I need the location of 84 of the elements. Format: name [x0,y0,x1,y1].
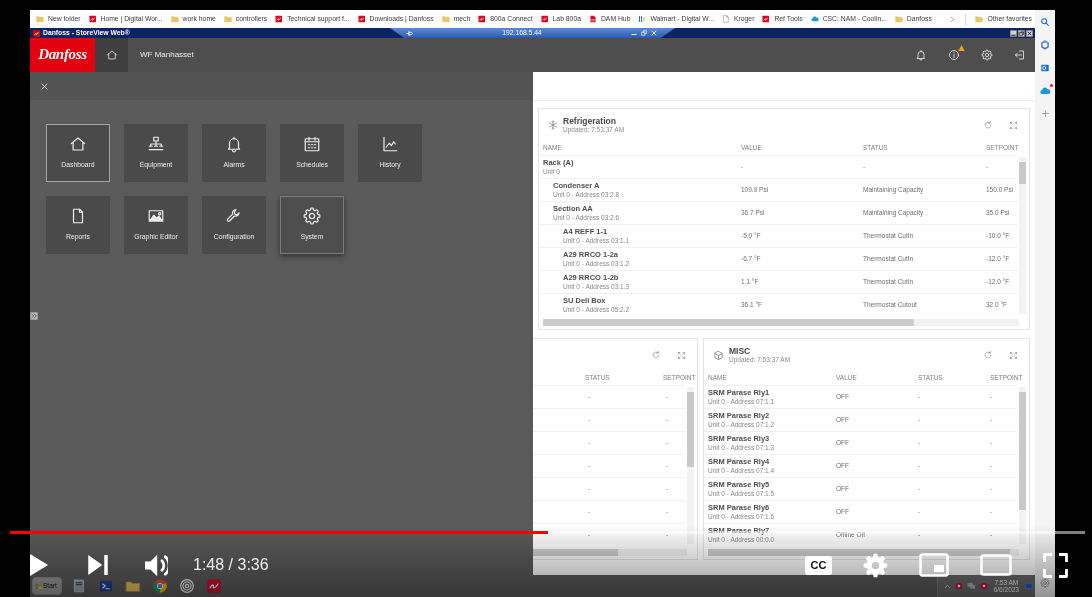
bars-icon [638,15,647,23]
logout-icon[interactable] [1014,49,1026,61]
scrollbar-thumb[interactable] [687,392,694,467]
script-logo-icon [88,15,97,23]
search-icon[interactable] [1040,17,1050,27]
cloud-icon [810,15,819,23]
notification-dot-icon [1049,84,1053,87]
cube-icon [713,349,724,361]
browser-icon[interactable] [152,578,168,594]
chevron-up-icon[interactable] [943,582,951,590]
scrollbar-thumb[interactable] [1019,392,1026,510]
close-icon[interactable] [40,81,49,91]
network-status-icon[interactable] [966,582,976,590]
next-icon[interactable] [88,555,108,575]
close-icon[interactable] [1026,29,1033,37]
rings-icon[interactable] [179,578,195,594]
wrench-icon [225,207,243,225]
miniplayer-icon[interactable] [919,553,949,577]
folder-icon[interactable] [125,578,141,594]
bell-icon [225,135,243,153]
pin-icon[interactable] [406,29,413,37]
folder-icon [975,15,984,23]
settings-icon[interactable] [863,552,888,578]
double-chevron-icon[interactable] [30,312,38,320]
plus-icon[interactable] [1040,109,1050,118]
expand-icon[interactable] [1009,120,1018,130]
card-title: MISC [729,346,752,356]
bell-icon[interactable] [915,49,927,61]
play-icon[interactable] [30,554,48,576]
cloud-icon[interactable] [1039,86,1051,96]
snowflake-icon [548,120,558,130]
terminal-icon[interactable] [98,578,114,594]
video-time: 1:48 / 3:36 [193,557,269,573]
hexagon-logo-icon[interactable] [1040,40,1050,50]
folder-icon [170,15,179,23]
round-badge-icon[interactable] [954,582,963,590]
info-icon[interactable] [948,49,960,61]
app-logo-icon[interactable] [206,578,222,594]
refresh-icon[interactable] [983,350,993,360]
vertical-scrollbar[interactable] [1019,157,1026,314]
theater-mode-icon[interactable] [980,554,1012,576]
card-title: Refrigeration [563,116,617,126]
round-badge-icon[interactable] [979,582,988,590]
line-chart-icon [381,135,399,153]
brand-logo[interactable]: Danfoss [30,38,95,72]
expand-icon[interactable] [677,350,686,360]
folder-icon [441,15,450,23]
page-icon [722,15,730,23]
restore-icon[interactable] [1018,29,1025,37]
mail-app-icon[interactable] [1040,63,1050,73]
network-icon [147,135,165,153]
horizontal-scrollbar[interactable] [533,549,687,556]
picture-icon [147,207,165,225]
script-logo-icon [762,15,771,23]
folder-icon [223,15,232,23]
minimize-icon[interactable] [1010,29,1017,37]
calendar-icon [303,135,321,153]
volume-icon[interactable] [145,553,168,577]
script-logo-icon [275,15,284,23]
vertical-scrollbar[interactable] [687,387,694,544]
folder-icon [36,15,44,23]
flag-icon [35,582,42,590]
horizontal-scrollbar[interactable] [543,319,1019,326]
scrollbar-thumb[interactable] [533,549,618,556]
fullscreen-icon[interactable] [1043,552,1068,578]
expand-icon[interactable] [1009,350,1018,360]
server-icon[interactable] [71,578,87,594]
folder-icon [894,15,903,23]
site-name: WF Manhasset [140,50,194,60]
refresh-icon[interactable] [651,350,661,360]
scrollbar-thumb[interactable] [1019,162,1026,184]
refresh-icon[interactable] [983,120,993,130]
script-logo-icon [540,15,549,23]
document-icon [588,15,597,23]
script-logo-icon [478,15,487,23]
scrollbar-thumb[interactable] [543,319,915,326]
script-logo-icon [357,15,366,23]
app-icon [33,29,40,37]
house-icon [69,135,87,153]
gear-icon [303,207,321,225]
house-icon [105,49,118,61]
vertical-scrollbar[interactable] [1019,387,1026,544]
home-button[interactable] [95,38,128,72]
chevron-right-icon[interactable] [949,15,957,23]
